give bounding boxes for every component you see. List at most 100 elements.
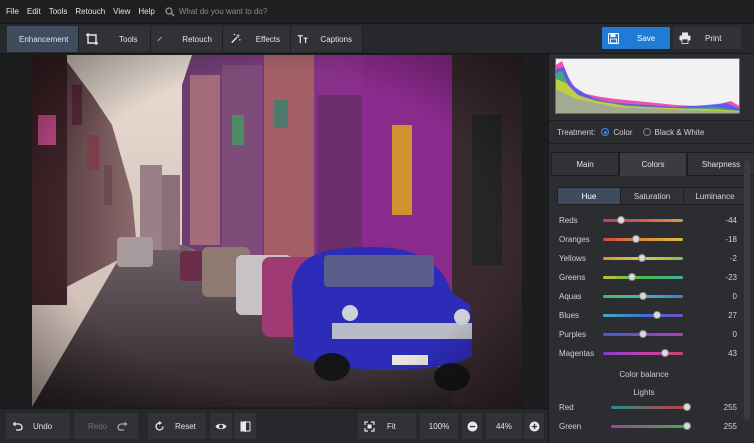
slider-knob[interactable]	[627, 272, 636, 281]
slider-track[interactable]	[603, 253, 683, 262]
slider-value: 43	[728, 348, 737, 358]
slider-label: Greens	[559, 272, 586, 282]
tab-main[interactable]: Main	[551, 152, 619, 176]
slider-purples[interactable]: Purples 0	[559, 327, 739, 341]
redo-button[interactable]: Redo	[74, 413, 138, 439]
save-button[interactable]: Save	[602, 27, 670, 49]
subtab-saturation[interactable]: Saturation	[621, 188, 684, 204]
slider-knob[interactable]	[639, 291, 647, 300]
slider-track[interactable]	[603, 291, 683, 300]
slider-label: Blues	[559, 310, 580, 320]
eye-icon	[215, 423, 227, 429]
slider-knob[interactable]	[638, 253, 647, 262]
balance-label: Red	[559, 402, 574, 412]
tab-retouch[interactable]: Retouch	[151, 26, 223, 52]
color-radio-label[interactable]: Color	[613, 128, 632, 137]
zoom-100-button[interactable]: 100%	[420, 413, 458, 439]
slider-track[interactable]	[603, 329, 683, 338]
fit-screen-icon	[364, 420, 375, 432]
panel-scrollbar[interactable]	[744, 160, 750, 420]
menu-bar: File Edit Tools Retouch View Help	[0, 0, 754, 24]
subtab-hue[interactable]: Hue	[558, 188, 621, 204]
print-button-label: Print	[705, 33, 722, 43]
menu-tools[interactable]: Tools	[49, 7, 68, 16]
menu-retouch[interactable]: Retouch	[75, 7, 105, 16]
reset-label: Reset	[175, 421, 196, 431]
slider-knob[interactable]	[616, 215, 625, 224]
slider-knob[interactable]	[652, 310, 661, 319]
balance-knob[interactable]	[683, 402, 691, 411]
zoom-out-button[interactable]	[462, 413, 482, 439]
balance-value: 255	[723, 402, 737, 412]
slider-value: 0	[732, 329, 737, 339]
slider-track[interactable]	[603, 272, 683, 281]
zoom-in-button[interactable]	[524, 413, 544, 439]
redo-label: Redo	[88, 421, 108, 431]
tab-retouch-label: Retouch	[182, 34, 212, 44]
slider-blues[interactable]: Blues 27	[559, 308, 739, 322]
slider-knob[interactable]	[639, 329, 647, 338]
street-photo[interactable]	[32, 55, 522, 407]
search-input[interactable]	[178, 7, 339, 16]
menu-view[interactable]: View	[113, 7, 130, 16]
compare-button[interactable]	[234, 413, 256, 439]
slider-track[interactable]	[603, 234, 683, 243]
slider-label: Magentas	[559, 348, 595, 358]
slider-yellows[interactable]: Yellows -2	[559, 251, 739, 265]
balance-track[interactable]	[611, 421, 691, 430]
slider-track[interactable]	[603, 310, 683, 319]
reset-button[interactable]: Reset	[148, 413, 206, 439]
menu-file[interactable]: File	[6, 7, 19, 16]
undo-icon	[12, 421, 23, 431]
slider-knob[interactable]	[660, 348, 669, 357]
tab-colors[interactable]: Colors	[619, 152, 687, 176]
slider-value: -23	[725, 272, 737, 282]
tab-effects[interactable]: Effects	[223, 26, 291, 52]
slider-value: -18	[725, 234, 737, 244]
bw-radio[interactable]	[642, 128, 651, 136]
tab-enhancement[interactable]: Enhancement	[7, 26, 79, 52]
zoom-value[interactable]: 44%	[486, 413, 522, 439]
slider-oranges[interactable]: Oranges -18	[559, 232, 739, 246]
slider-label: Oranges	[559, 234, 590, 244]
balance-value: 255	[723, 421, 737, 431]
menu-help[interactable]: Help	[138, 7, 154, 16]
subtab-luminance[interactable]: Luminance	[684, 188, 746, 204]
balance-track[interactable]	[611, 402, 691, 411]
fit-button[interactable]: Fit	[358, 413, 416, 439]
bottom-bar: Undo Redo Reset Fit 100% 44%	[0, 408, 548, 443]
tab-captions[interactable]: Captions	[291, 26, 363, 52]
slider-knob[interactable]	[631, 234, 640, 243]
fit-label: Fit	[387, 421, 396, 431]
slider-magentas[interactable]: Magentas 43	[559, 346, 739, 360]
menu-edit[interactable]: Edit	[27, 7, 41, 16]
tab-enhancement-label: Enhancement	[19, 34, 69, 44]
tab-tools-label: Tools	[119, 34, 138, 44]
bw-radio-label[interactable]: Black & White	[655, 128, 705, 137]
tab-tools[interactable]: Tools	[79, 26, 151, 52]
treatment-row: Treatment: Color Black & White	[549, 120, 754, 144]
balance-green[interactable]: Green 255	[559, 419, 739, 433]
balance-red[interactable]: Red 255	[559, 400, 739, 414]
slider-aquas[interactable]: Aquas 0	[559, 289, 739, 303]
compare-icon	[240, 420, 250, 432]
image-canvas[interactable]	[0, 54, 548, 408]
save-icon	[608, 32, 619, 44]
slider-label: Reds	[559, 215, 578, 225]
slider-reds[interactable]: Reds -44	[559, 213, 739, 227]
slider-value: -2	[729, 253, 737, 263]
minus-circle-icon	[467, 421, 477, 431]
slider-value: 0	[732, 291, 737, 301]
brush-icon	[157, 36, 162, 41]
undo-button[interactable]: Undo	[6, 413, 70, 439]
color-radio[interactable]	[601, 128, 610, 136]
slider-track[interactable]	[603, 215, 683, 224]
slider-greens[interactable]: Greens -23	[559, 270, 739, 284]
treatment-label: Treatment:	[557, 127, 596, 137]
slider-track[interactable]	[603, 348, 683, 357]
redo-icon	[117, 421, 128, 431]
panel-tabs: Main Colors Sharpness	[551, 152, 754, 176]
preview-button[interactable]	[210, 413, 232, 439]
print-button[interactable]: Print	[673, 27, 741, 49]
balance-knob[interactable]	[683, 421, 691, 430]
